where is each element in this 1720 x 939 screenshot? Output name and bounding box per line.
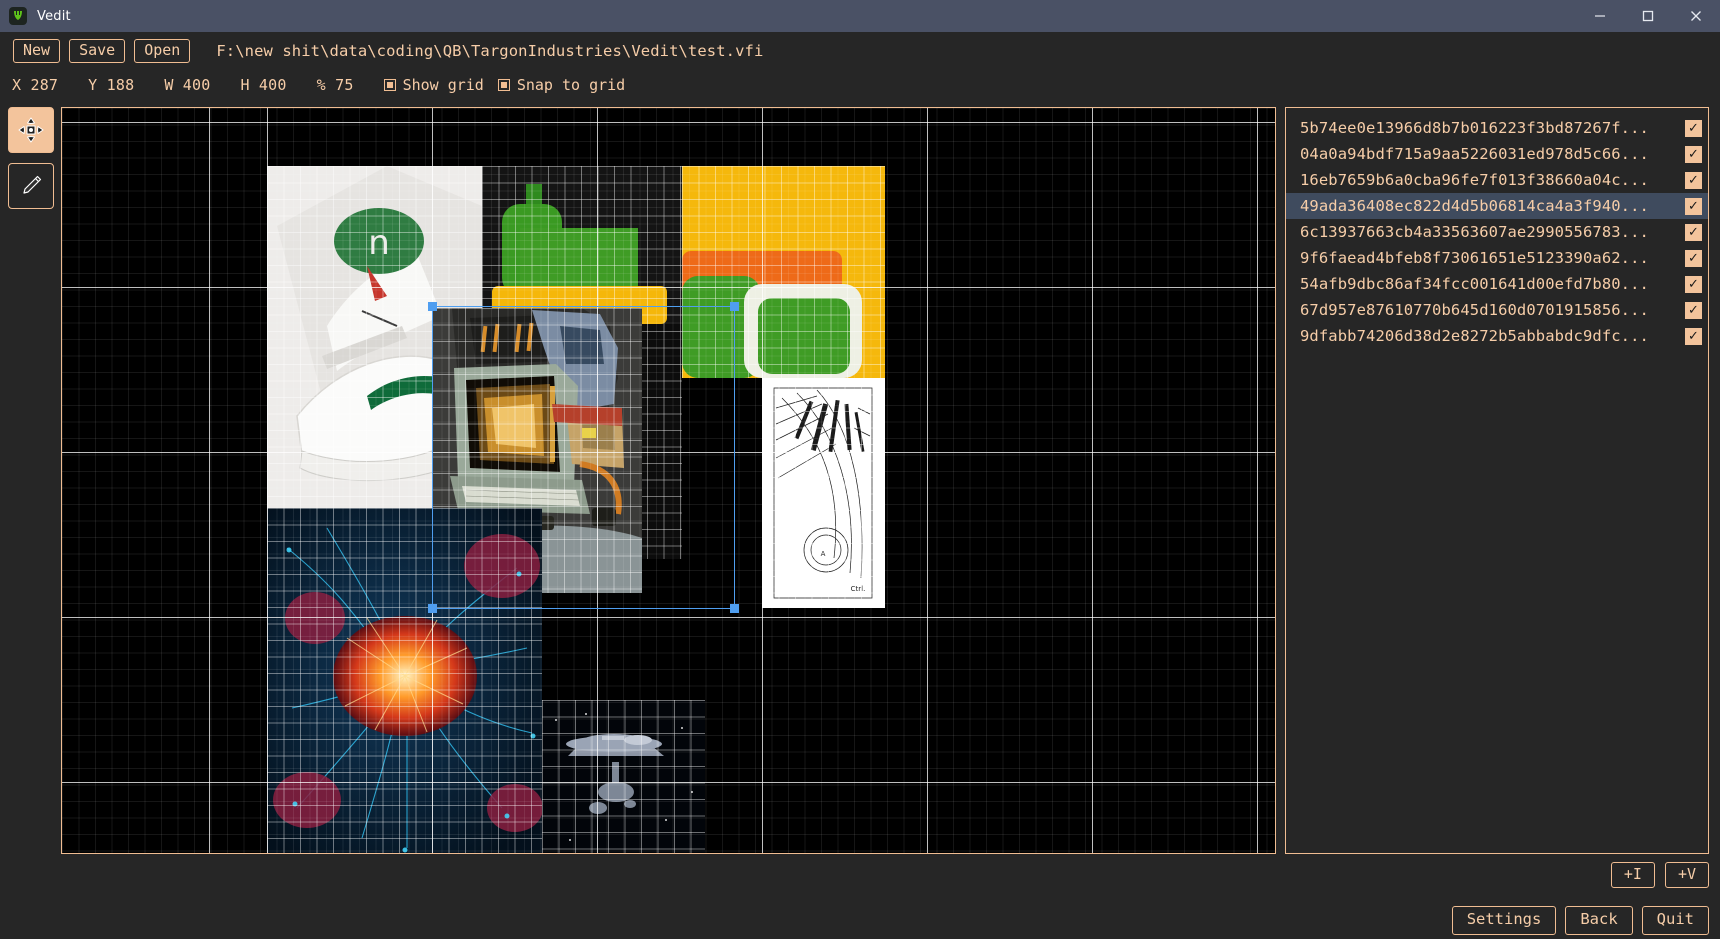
image-tile-schematic[interactable]: A Ctrl.: [762, 378, 885, 608]
snap-to-grid-checkbox[interactable]: Snap to grid: [497, 75, 626, 94]
zoom-percent-value: % 75: [316, 75, 354, 94]
asset-list-row[interactable]: 16eb7659b6a0cba96fe7f013f38660a04c... ✓: [1286, 167, 1708, 193]
minimize-icon[interactable]: [1576, 0, 1624, 32]
main-body: n A Ctrl. 5b74ee0e13966d8b7b016223f3bd87…: [0, 99, 1720, 939]
add-buttons-group: +I +V: [1610, 862, 1709, 888]
schematic-artwork: A Ctrl.: [762, 378, 885, 608]
svg-text:Ctrl.: Ctrl.: [851, 585, 866, 593]
asset-enabled-checkbox[interactable]: ✓: [1685, 275, 1702, 293]
open-button[interactable]: Open: [134, 39, 191, 63]
app-alien-icon: [9, 7, 27, 25]
title-bar: Vedit: [0, 0, 1720, 32]
y-coordinate-value: Y 188: [88, 75, 135, 94]
asset-list-panel[interactable]: 5b74ee0e13966d8b7b016223f3bd87267f... ✓ 04…: [1285, 107, 1709, 854]
asset-enabled-checkbox[interactable]: ✓: [1685, 327, 1702, 345]
add-video-button[interactable]: +V: [1664, 862, 1709, 888]
asset-hash-label: 49ada36408ec822d4d5b06814ca4a3f940...: [1300, 197, 1649, 215]
spaceship-artwork: [542, 700, 705, 853]
show-grid-checkbox[interactable]: Show grid: [383, 75, 484, 94]
canvas-content: n A Ctrl.: [62, 108, 1275, 853]
asset-list-row[interactable]: 9dfabb74206d38d2e8272b5abbabdc9dfc... ✓: [1286, 323, 1708, 349]
checkbox-icon: [497, 78, 510, 91]
asset-enabled-checkbox[interactable]: ✓: [1685, 223, 1702, 241]
asset-enabled-checkbox[interactable]: ✓: [1685, 119, 1702, 137]
asset-list-row[interactable]: 5b74ee0e13966d8b7b016223f3bd87267f... ✓: [1286, 115, 1708, 141]
width-value: W 400: [164, 75, 211, 94]
editor-canvas[interactable]: n A Ctrl.: [61, 107, 1276, 854]
selection-handle-bottom-right[interactable]: [730, 604, 739, 613]
add-image-button[interactable]: +I: [1610, 862, 1655, 888]
show-grid-label: Show grid: [402, 75, 484, 94]
window-title: Vedit: [37, 8, 71, 24]
image-tile-yellow-icons[interactable]: [682, 166, 885, 378]
file-path-label: F:\new shit\data\coding\QB\TargonIndustr…: [216, 42, 764, 60]
save-button[interactable]: Save: [69, 39, 126, 63]
asset-enabled-checkbox[interactable]: ✓: [1685, 171, 1702, 189]
close-icon[interactable]: [1672, 0, 1720, 32]
asset-hash-label: 16eb7659b6a0cba96fe7f013f38660a04c...: [1300, 171, 1649, 189]
asset-enabled-checkbox[interactable]: ✓: [1685, 145, 1702, 163]
settings-button[interactable]: Settings: [1451, 906, 1557, 935]
asset-hash-label: 9dfabb74206d38d2e8272b5abbabdc9dfc...: [1300, 327, 1649, 345]
svg-text:n: n: [368, 223, 390, 263]
asset-hash-label: 5b74ee0e13966d8b7b016223f3bd87267f...: [1300, 119, 1649, 137]
quit-button[interactable]: Quit: [1641, 906, 1709, 935]
move-tool-button[interactable]: [8, 107, 54, 153]
height-value: H 400: [240, 75, 287, 94]
maximize-icon[interactable]: [1624, 0, 1672, 32]
asset-enabled-checkbox[interactable]: ✓: [1685, 249, 1702, 267]
asset-list-row[interactable]: 9f6faead4bfeb8f73061651e5123390a62... ✓: [1286, 245, 1708, 271]
back-button[interactable]: Back: [1565, 906, 1633, 935]
image-tile-spaceship[interactable]: [542, 700, 705, 853]
checkbox-icon: [383, 78, 396, 91]
asset-list-row[interactable]: 49ada36408ec822d4d5b06814ca4a3f940... ✓: [1286, 193, 1708, 219]
snap-to-grid-label: Snap to grid: [516, 75, 626, 94]
pencil-tool-button[interactable]: [8, 163, 54, 209]
asset-list-row[interactable]: 6c13937663cb4a33563607ae2990556783... ✓: [1286, 219, 1708, 245]
nav-buttons-group: Settings Back Quit: [1451, 906, 1709, 935]
x-coordinate-value: X 287: [12, 75, 59, 94]
yellow-icons-artwork: [682, 166, 885, 378]
asset-hash-label: 04a0a94bdf715a9aa5226031ed978d5c66...: [1300, 145, 1649, 163]
tool-rail: [8, 107, 54, 219]
asset-hash-label: 6c13937663cb4a33563607ae2990556783...: [1300, 223, 1649, 241]
image-tile-neural-cell[interactable]: [267, 508, 542, 853]
asset-list-row[interactable]: 04a0a94bdf715a9aa5226031ed978d5c66... ✓: [1286, 141, 1708, 167]
asset-hash-label: 54afb9dbc86af34fcc001641d00efd7b80...: [1300, 275, 1649, 293]
asset-hash-label: 67d957e87610770b645d160d0701915856...: [1300, 301, 1649, 319]
asset-hash-label: 9f6faead4bfeb8f73061651e5123390a62...: [1300, 249, 1649, 267]
asset-list-row[interactable]: 67d957e87610770b645d160d0701915856... ✓: [1286, 297, 1708, 323]
asset-list-row[interactable]: 54afb9dbc86af34fcc001641d00efd7b80... ✓: [1286, 271, 1708, 297]
window-controls: [1576, 0, 1720, 32]
asset-enabled-checkbox[interactable]: ✓: [1685, 197, 1702, 215]
asset-enabled-checkbox[interactable]: ✓: [1685, 301, 1702, 319]
neural-cell-artwork: [267, 508, 542, 853]
file-toolbar: New Save Open F:\new shit\data\coding\QB…: [0, 32, 1720, 70]
svg-text:A: A: [821, 550, 826, 558]
move-arrows-icon: [18, 117, 44, 143]
properties-toolbar: X 287 Y 188 W 400 H 400 % 75 Show grid S…: [0, 70, 1720, 99]
pencil-icon: [23, 175, 42, 194]
new-button[interactable]: New: [13, 39, 61, 63]
